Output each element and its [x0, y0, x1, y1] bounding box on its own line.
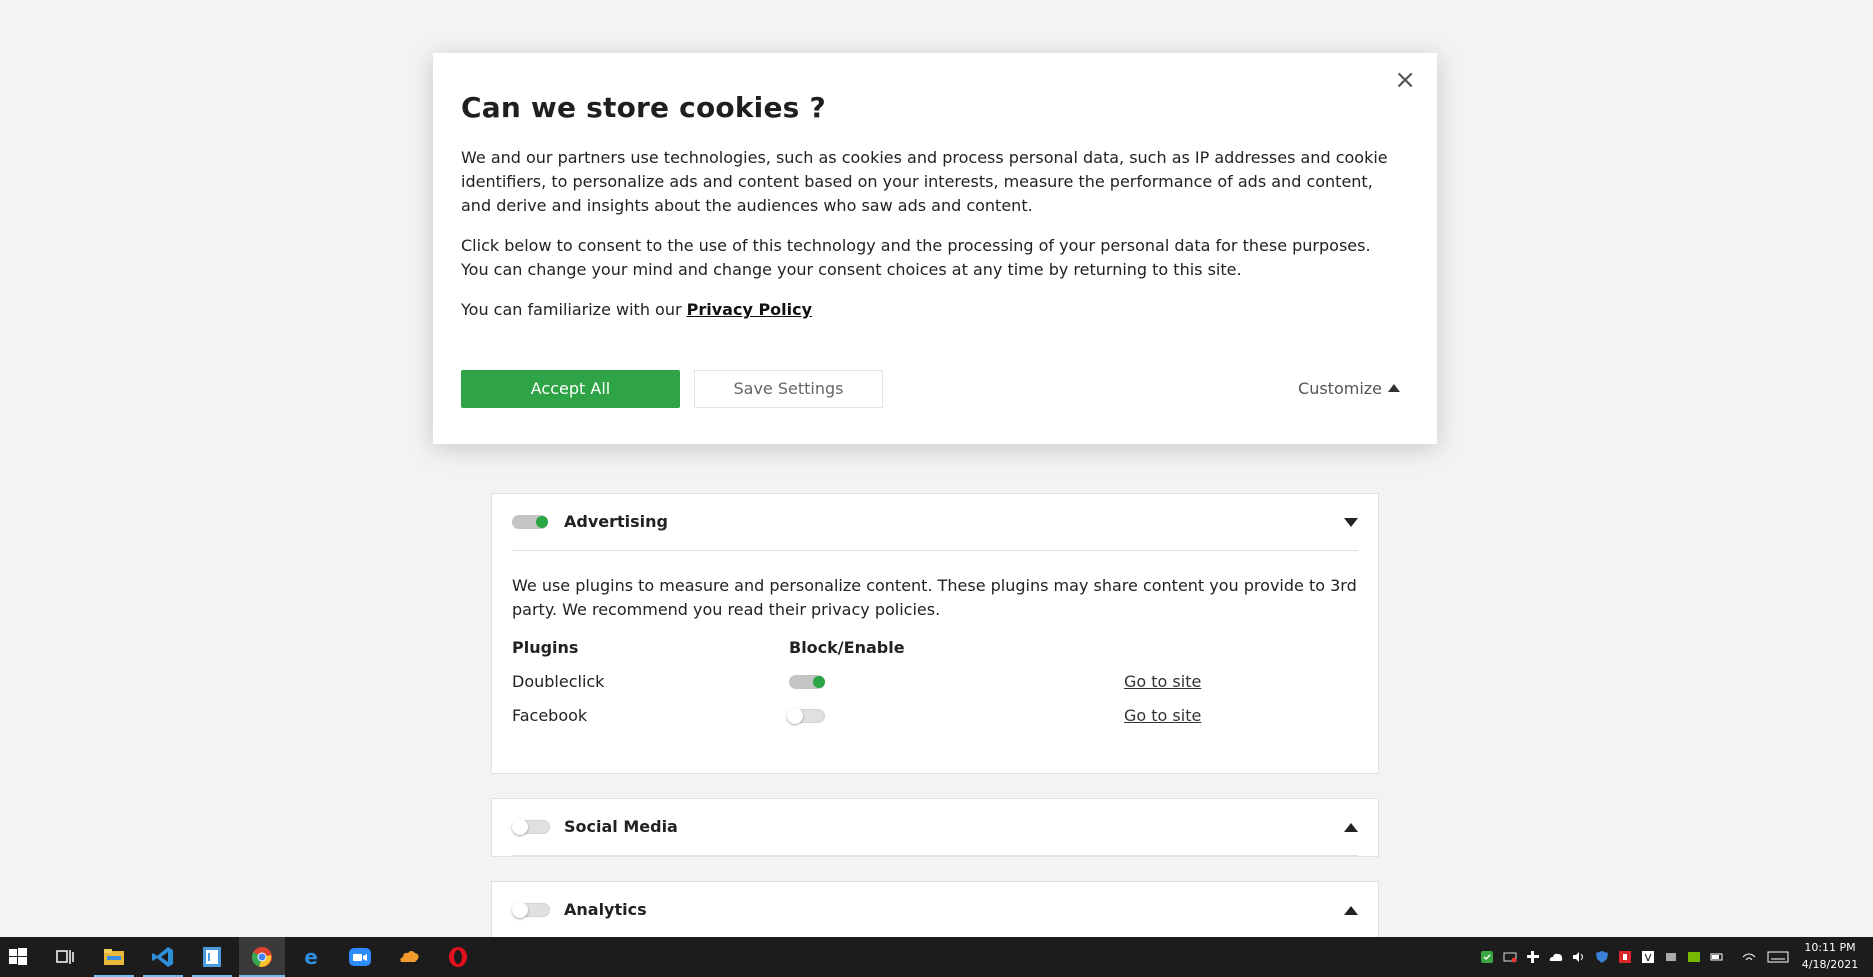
clock-time[interactable]: 10:11 PM	[1795, 941, 1865, 954]
close-icon[interactable]: ×	[1394, 67, 1416, 93]
customize-label: Customize	[1298, 379, 1382, 398]
cloud-app-icon[interactable]	[397, 945, 421, 969]
analytics-header[interactable]: Analytics	[512, 882, 1358, 939]
chevron-up-icon[interactable]	[1344, 906, 1358, 915]
plugin-name-doubleclick: Doubleclick	[512, 672, 605, 691]
facebook-go-to-site-link[interactable]: Go to site	[1124, 706, 1201, 725]
keyboard-icon[interactable]	[1767, 951, 1789, 963]
doubleclick-toggle[interactable]	[789, 675, 825, 689]
advertising-header[interactable]: Advertising	[512, 494, 1358, 551]
dialog-paragraph-2: Click below to consent to the use of thi…	[461, 236, 1371, 279]
svg-text:V: V	[1645, 953, 1652, 963]
chrome-icon[interactable]	[250, 945, 274, 969]
onedrive-icon[interactable]	[1549, 951, 1563, 963]
antivirus-icon[interactable]	[1618, 951, 1632, 963]
dialog-paragraph-3: You can familiarize with our Privacy Pol…	[461, 298, 1400, 322]
privacy-text: You can familiarize with our	[461, 300, 682, 319]
windows-taskbar: e V 10:11 PM 4/18/2021	[0, 937, 1873, 977]
plugin-name-facebook: Facebook	[512, 706, 588, 725]
advertising-description: We use plugins to measure and personaliz…	[512, 576, 1357, 619]
advertising-panel: Advertising We use plugins to measure an…	[491, 493, 1379, 774]
shield-check-icon[interactable]	[1480, 951, 1494, 963]
tools-icon[interactable]	[1664, 951, 1678, 963]
privacy-policy-link[interactable]: Privacy Policy	[687, 300, 812, 319]
file-explorer-icon[interactable]	[102, 945, 126, 969]
chevron-up-icon[interactable]	[1344, 823, 1358, 832]
slack-icon[interactable]	[1526, 951, 1540, 963]
social-media-toggle[interactable]	[512, 819, 550, 835]
edge-icon[interactable]: e	[299, 945, 323, 969]
volume-icon[interactable]	[1572, 951, 1586, 963]
accept-all-button[interactable]: Accept All	[461, 370, 680, 408]
task-view-icon[interactable]	[53, 945, 77, 969]
wifi-icon[interactable]	[1742, 951, 1756, 963]
dialog-title: Can we store cookies ?	[461, 91, 826, 124]
plugins-header: Plugins	[512, 638, 579, 657]
advertising-title: Advertising	[564, 512, 668, 531]
advertising-toggle[interactable]	[512, 515, 548, 529]
social-media-header[interactable]: Social Media	[512, 799, 1358, 856]
facebook-toggle[interactable]	[787, 708, 825, 724]
opera-icon[interactable]	[446, 945, 470, 969]
analytics-toggle[interactable]	[512, 902, 550, 918]
nvidia-icon[interactable]	[1687, 951, 1701, 963]
start-icon[interactable]	[6, 945, 30, 969]
network-alert-icon[interactable]	[1503, 951, 1517, 963]
analytics-title: Analytics	[564, 900, 647, 919]
caret-up-icon	[1388, 384, 1400, 392]
save-settings-button[interactable]: Save Settings	[694, 370, 883, 408]
clock-date[interactable]: 4/18/2021	[1795, 958, 1865, 971]
social-media-title: Social Media	[564, 817, 678, 836]
vscode-icon[interactable]	[151, 945, 175, 969]
customize-button[interactable]: Customize	[1298, 370, 1400, 408]
battery-icon[interactable]	[1710, 951, 1724, 963]
zoom-icon[interactable]	[348, 945, 372, 969]
doubleclick-go-to-site-link[interactable]: Go to site	[1124, 672, 1201, 691]
defender-icon[interactable]	[1595, 951, 1609, 963]
analytics-panel: Analytics	[491, 881, 1379, 941]
svg-text:e: e	[304, 945, 318, 969]
social-media-panel: Social Media	[491, 798, 1379, 857]
plugins-table: Plugins Block/Enable Doubleclick Go to s…	[512, 638, 1358, 744]
app-tray-icon[interactable]: V	[1641, 951, 1655, 963]
block-enable-header: Block/Enable	[789, 638, 905, 657]
cookie-consent-dialog: × Can we store cookies ? We and our part…	[433, 53, 1437, 444]
notepad-icon[interactable]	[200, 945, 224, 969]
chevron-down-icon[interactable]	[1344, 518, 1358, 527]
dialog-paragraph-1: We and our partners use technologies, su…	[461, 148, 1388, 215]
dialog-actions: Accept All Save Settings Customize	[461, 370, 1400, 408]
